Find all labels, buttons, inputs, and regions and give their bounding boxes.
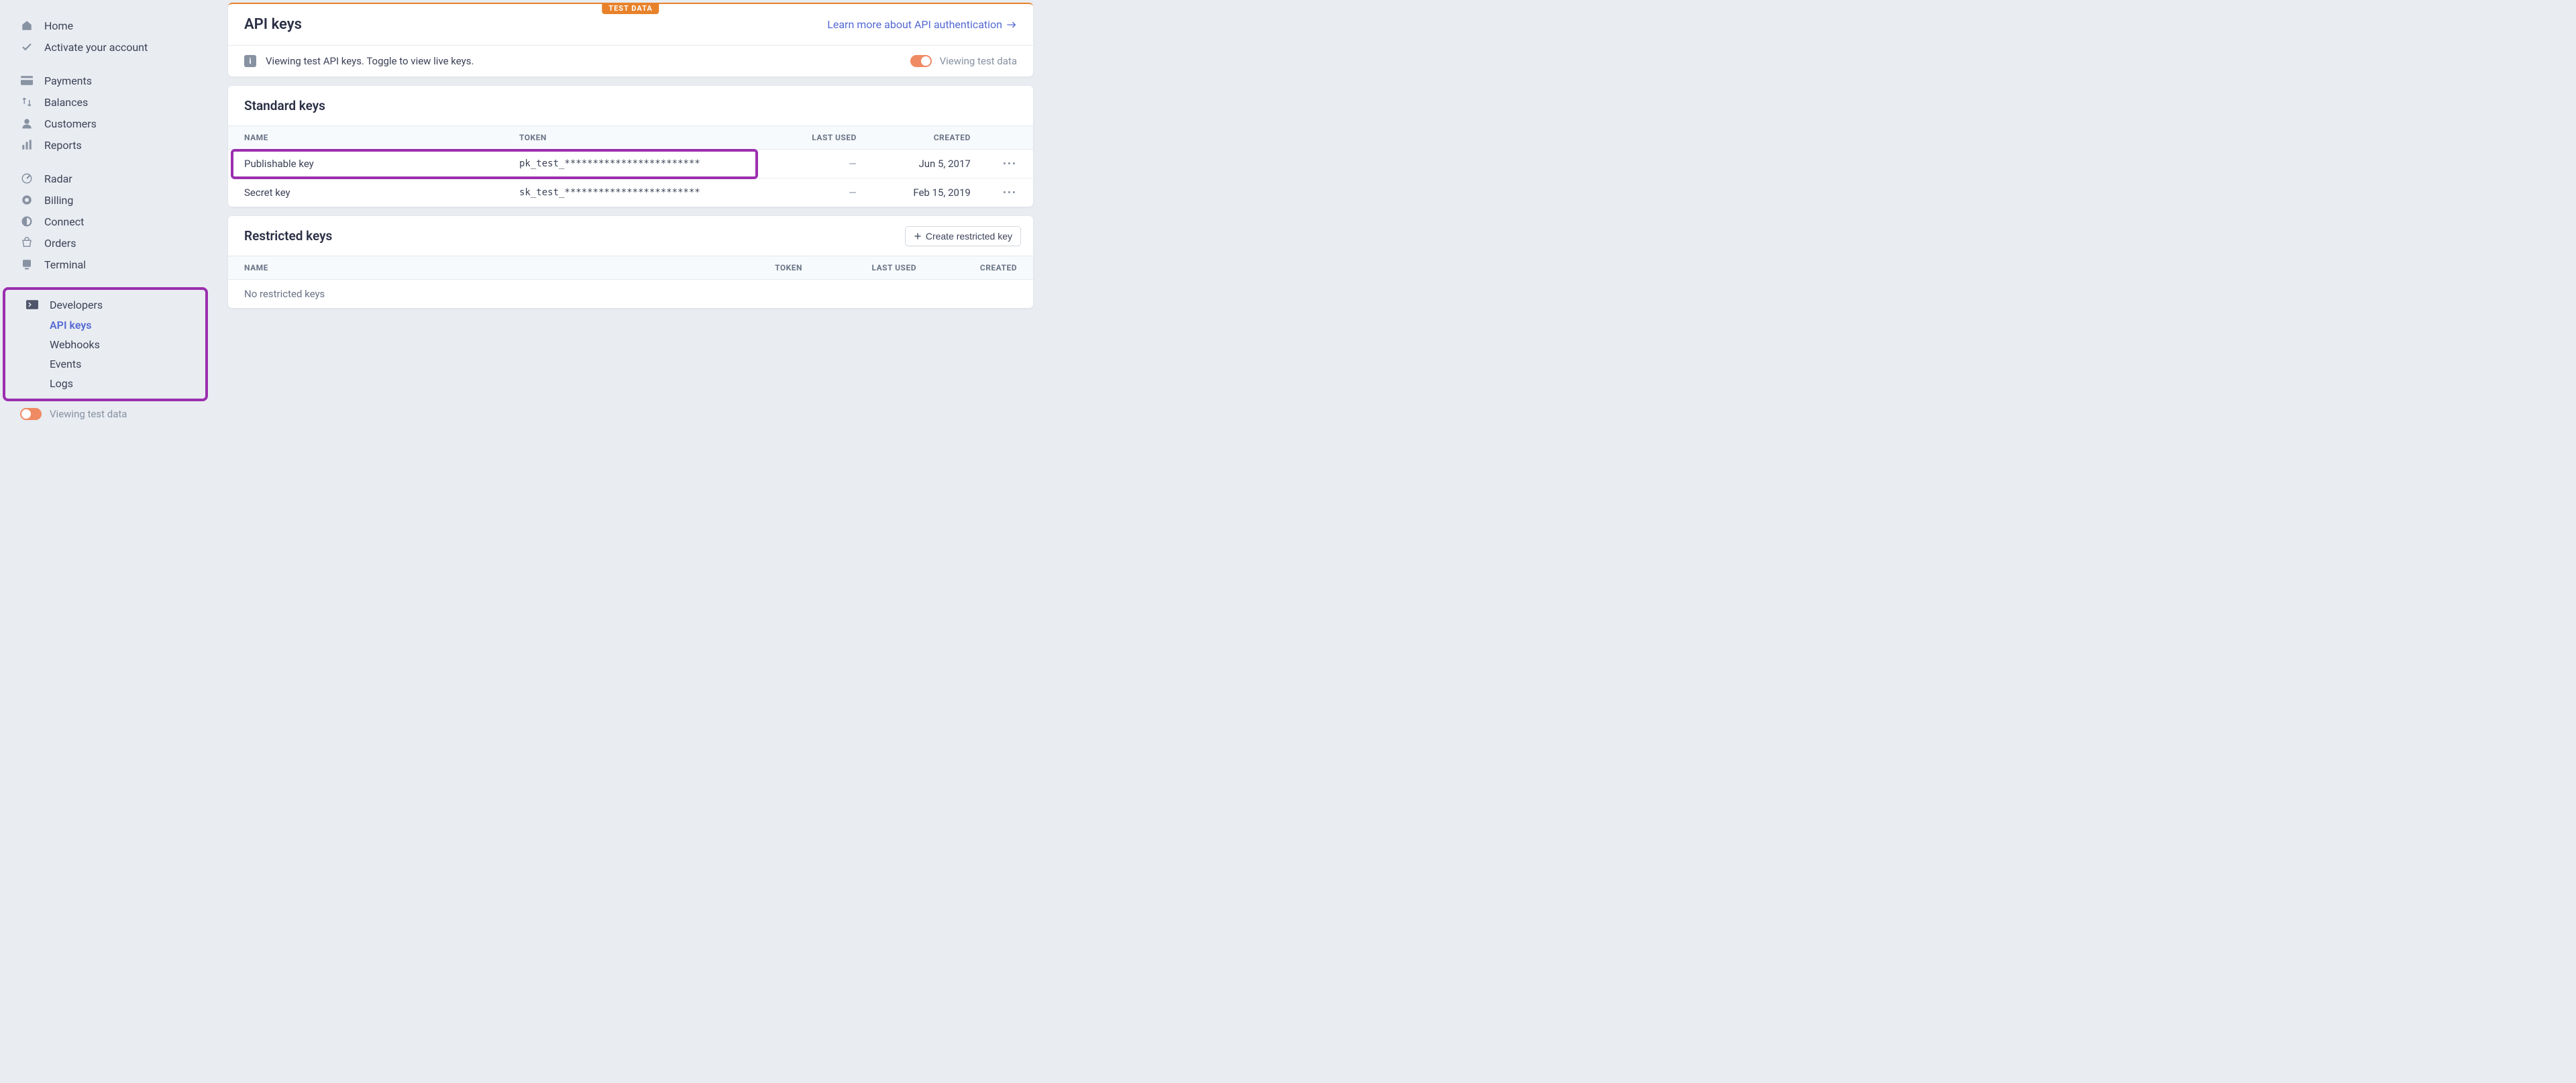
info-bar: i Viewing test API keys. Toggle to view … [228, 45, 1033, 76]
col-created: CREATED [932, 256, 1033, 280]
sidebar-item-label: Balances [44, 96, 88, 109]
info-icon: i [244, 55, 256, 67]
sidebar-item-orders[interactable]: Orders [0, 232, 215, 254]
key-name: Publishable key [228, 150, 503, 178]
restricted-keys-table: NAME TOKEN LAST USED CREATED No restrict… [228, 256, 1033, 308]
sidebar-item-label: Activate your account [44, 41, 148, 54]
radar-icon [20, 172, 34, 185]
learn-more-link[interactable]: Learn more about API authentication [827, 18, 1017, 31]
sidebar-subitem-logs[interactable]: Logs [50, 374, 205, 393]
plus-icon [914, 232, 922, 240]
col-name: NAME [228, 256, 724, 280]
sidebar-item-label: Connect [44, 215, 84, 228]
sidebar-item-reports[interactable]: Reports [0, 134, 215, 156]
learn-more-label: Learn more about API authentication [827, 18, 1002, 31]
main-content: TEST DATA API keys Learn more about API … [215, 0, 1046, 440]
key-row-publishable[interactable]: Publishable key pk_test_****************… [228, 150, 1033, 178]
key-row-secret[interactable]: Secret key sk_test_*********************… [228, 178, 1033, 207]
sidebar-item-label: Reports [44, 139, 82, 152]
sidebar-item-label: Payments [44, 74, 92, 87]
info-text: Viewing test API keys. Toggle to view li… [266, 55, 474, 67]
restricted-keys-title: Restricted keys [228, 216, 348, 256]
header-card: TEST DATA API keys Learn more about API … [228, 3, 1033, 76]
restricted-keys-card: Restricted keys Create restricted key NA… [228, 216, 1033, 308]
arrow-right-icon [1006, 21, 1017, 29]
col-token: TOKEN [724, 256, 818, 280]
sidebar-subitem-events[interactable]: Events [50, 354, 205, 374]
page-title: API keys [244, 16, 302, 33]
check-icon [20, 40, 34, 54]
sidebar-item-balances[interactable]: Balances [0, 91, 215, 113]
col-created: CREATED [873, 126, 987, 150]
terminal-icon [25, 298, 39, 311]
more-icon[interactable]: ••• [1003, 187, 1017, 199]
key-token[interactable]: pk_test_************************ [503, 150, 765, 178]
col-name: NAME [228, 126, 503, 150]
orders-icon [20, 236, 34, 250]
sidebar-item-label: Terminal [44, 258, 86, 271]
developers-subitems: API keys Webhooks Events Logs [5, 315, 205, 393]
chart-icon [20, 138, 34, 152]
sidebar: Home Activate your account Payments [0, 0, 215, 440]
col-last-used: LAST USED [818, 256, 932, 280]
terminal-device-icon [20, 258, 34, 271]
connect-icon [20, 215, 34, 228]
sidebar-item-label: Home [44, 19, 73, 32]
key-name: Secret key [228, 178, 503, 207]
standard-keys-title: Standard keys [228, 86, 1033, 125]
sidebar-test-toggle-row: Viewing test data [0, 404, 215, 424]
key-token[interactable]: sk_test_************************ [503, 178, 765, 207]
card-icon [20, 74, 34, 87]
sidebar-item-home[interactable]: Home [0, 15, 215, 36]
sidebar-item-label: Radar [44, 172, 72, 185]
more-icon[interactable]: ••• [1003, 158, 1017, 170]
sidebar-subitem-webhooks[interactable]: Webhooks [50, 335, 205, 354]
user-icon [20, 117, 34, 130]
sidebar-item-activate[interactable]: Activate your account [0, 36, 215, 58]
key-created: Jun 5, 2017 [873, 150, 987, 178]
sidebar-item-terminal[interactable]: Terminal [0, 254, 215, 275]
sidebar-subitem-api-keys[interactable]: API keys [50, 315, 205, 335]
key-last-used: — [765, 178, 873, 207]
billing-icon [20, 193, 34, 207]
sidebar-item-developers[interactable]: Developers [5, 294, 205, 315]
create-restricted-key-label: Create restricted key [926, 231, 1012, 242]
restricted-empty-row: No restricted keys [228, 280, 1033, 309]
nav-group-top: Home Activate your account [0, 15, 215, 58]
create-restricted-key-button[interactable]: Create restricted key [905, 226, 1021, 246]
test-data-toggle-label: Viewing test data [50, 408, 127, 420]
test-data-toggle[interactable] [20, 408, 42, 420]
nav-group-products: Radar Billing Connect Orders [0, 168, 215, 275]
sidebar-item-connect[interactable]: Connect [0, 211, 215, 232]
sidebar-item-label: Orders [44, 237, 76, 250]
test-data-badge: TEST DATA [602, 4, 659, 14]
nav-group-main: Payments Balances Customers Reports [0, 70, 215, 156]
key-last-used: — [765, 150, 873, 178]
col-last-used: LAST USED [765, 126, 873, 150]
live-test-toggle-label: Viewing test data [940, 55, 1017, 67]
home-icon [20, 19, 34, 32]
transfer-icon [20, 95, 34, 109]
empty-text: No restricted keys [228, 280, 1033, 309]
sidebar-item-billing[interactable]: Billing [0, 189, 215, 211]
sidebar-item-customers[interactable]: Customers [0, 113, 215, 134]
standard-keys-table: NAME TOKEN LAST USED CREATED Publishable… [228, 125, 1033, 207]
key-created: Feb 15, 2019 [873, 178, 987, 207]
sidebar-item-payments[interactable]: Payments [0, 70, 215, 91]
sidebar-developers-highlight: Developers API keys Webhooks Events Logs [3, 287, 208, 401]
col-token: TOKEN [503, 126, 765, 150]
nav-group-developers: Developers API keys Webhooks Events Logs [5, 294, 205, 393]
sidebar-item-label: Billing [44, 194, 73, 207]
sidebar-item-label: Customers [44, 117, 97, 130]
sidebar-item-label: Developers [50, 299, 103, 311]
standard-keys-card: Standard keys NAME TOKEN LAST USED CREAT… [228, 86, 1033, 207]
sidebar-item-radar[interactable]: Radar [0, 168, 215, 189]
live-test-toggle[interactable] [910, 55, 932, 67]
col-actions [987, 126, 1033, 150]
